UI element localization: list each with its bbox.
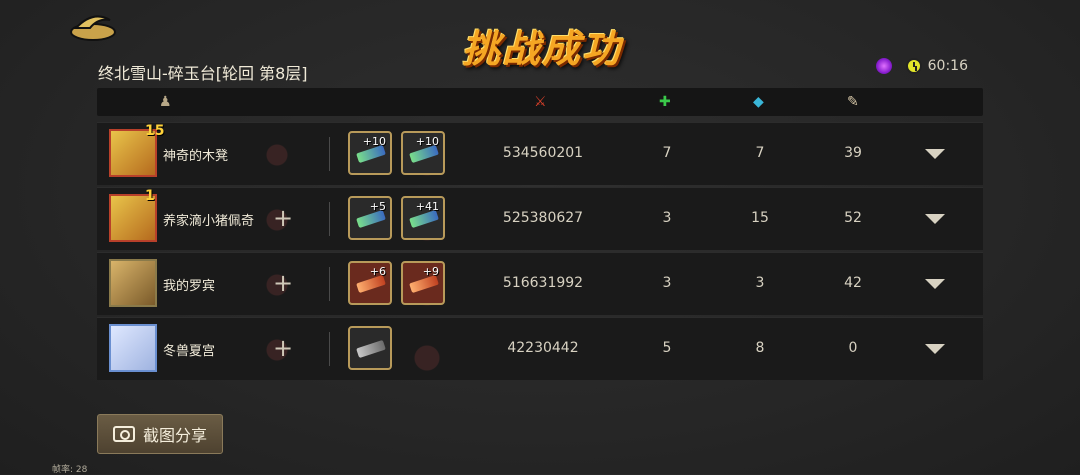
- expand-chevron-icon[interactable]: [925, 279, 945, 289]
- row-background-art: [187, 318, 487, 380]
- expand-chevron-icon[interactable]: [925, 149, 945, 159]
- player-avatar[interactable]: [109, 259, 157, 307]
- row-divider: [329, 267, 330, 301]
- heal-icon: ✚: [659, 94, 671, 110]
- back-arrow-icon: [70, 15, 116, 41]
- expand-chevron-icon[interactable]: [925, 214, 945, 224]
- weapon-enhance-level: +10: [415, 135, 439, 148]
- weapon-slot[interactable]: +10: [348, 131, 392, 175]
- share-label: 截图分享: [142, 426, 207, 445]
- weapon-slot[interactable]: +9: [401, 261, 445, 305]
- bone-value: 0: [848, 340, 858, 356]
- back-button[interactable]: [68, 10, 118, 42]
- damage-value: 534560201: [502, 145, 584, 161]
- bone-value: 42: [844, 275, 862, 291]
- heal-value: 7: [662, 145, 672, 161]
- share-screenshot-button[interactable]: 截图分享: [97, 414, 223, 454]
- pet-value: 7: [755, 145, 765, 161]
- player-name: 养家滴小猪佩奇: [163, 214, 255, 229]
- weapon-enhance-level: +41: [415, 200, 439, 213]
- player-row[interactable]: 冬兽夏宫 + 42230442 5 8 0: [97, 317, 983, 380]
- camera-icon: [112, 426, 135, 442]
- weapon-slot[interactable]: +5: [348, 196, 392, 240]
- row-divider: [329, 332, 330, 366]
- pet-value: 15: [751, 210, 769, 226]
- pet-value: 3: [755, 275, 765, 291]
- weapon-slot[interactable]: [348, 326, 392, 370]
- heal-value: 5: [662, 340, 672, 356]
- damage-value: 525380627: [502, 210, 584, 226]
- row-divider: [329, 202, 330, 236]
- fps-counter: 帧率: 28: [52, 465, 88, 475]
- victory-banner: 挑战成功: [462, 27, 623, 71]
- bone-icon: ✎: [847, 94, 859, 110]
- pet-value: 8: [755, 340, 765, 356]
- portal-icon: [875, 58, 892, 74]
- weapon-enhance-level: +10: [362, 135, 386, 148]
- table-header: ♟ ⚔ ✚ ◆ ✎: [97, 88, 983, 116]
- add-friend-button[interactable]: +: [273, 269, 293, 297]
- player-name: 神奇的木凳: [163, 149, 229, 164]
- expand-chevron-icon[interactable]: [925, 344, 945, 354]
- player-level: 15: [145, 123, 165, 139]
- timer-value: 60:16: [927, 58, 968, 74]
- weapon-enhance-level: +6: [369, 265, 386, 278]
- weapon-enhance-level: +5: [369, 200, 386, 213]
- player-avatar[interactable]: [109, 324, 157, 372]
- add-friend-button[interactable]: +: [273, 334, 293, 362]
- damage-value: 42230442: [507, 340, 579, 356]
- pet-icon: ◆: [753, 94, 764, 110]
- weapon-enhance-level: +9: [422, 265, 439, 278]
- player-row[interactable]: 15 神奇的木凳 +10 +10 534560201 7 7 39: [97, 122, 983, 185]
- player-row[interactable]: 我的罗宾 + +6 +9 516631992 3 3 42: [97, 252, 983, 315]
- heal-value: 3: [662, 210, 672, 226]
- player-row[interactable]: 1 养家滴小猪佩奇 + +5 +41 525380627 3 15 52: [97, 187, 983, 250]
- player-name: 冬兽夏宫: [163, 344, 216, 359]
- player-icon: ♟: [159, 94, 172, 110]
- stage-title: 终北雪山-碎玉台[轮回 第8层]: [98, 64, 308, 83]
- damage-icon: ⚔: [534, 94, 547, 110]
- player-name: 我的罗宾: [163, 279, 216, 294]
- row-divider: [329, 137, 330, 171]
- weapon-slot[interactable]: +6: [348, 261, 392, 305]
- player-level: 1: [145, 188, 155, 204]
- bone-value: 52: [844, 210, 862, 226]
- add-friend-button[interactable]: +: [273, 204, 293, 232]
- timer: 60:16: [875, 58, 968, 74]
- weapon-slot[interactable]: +41: [401, 196, 445, 240]
- damage-value: 516631992: [502, 275, 584, 291]
- gun-icon: [356, 339, 386, 359]
- weapon-slot[interactable]: +10: [401, 131, 445, 175]
- heal-value: 3: [662, 275, 672, 291]
- bone-value: 39: [844, 145, 862, 161]
- clock-icon: [905, 58, 922, 74]
